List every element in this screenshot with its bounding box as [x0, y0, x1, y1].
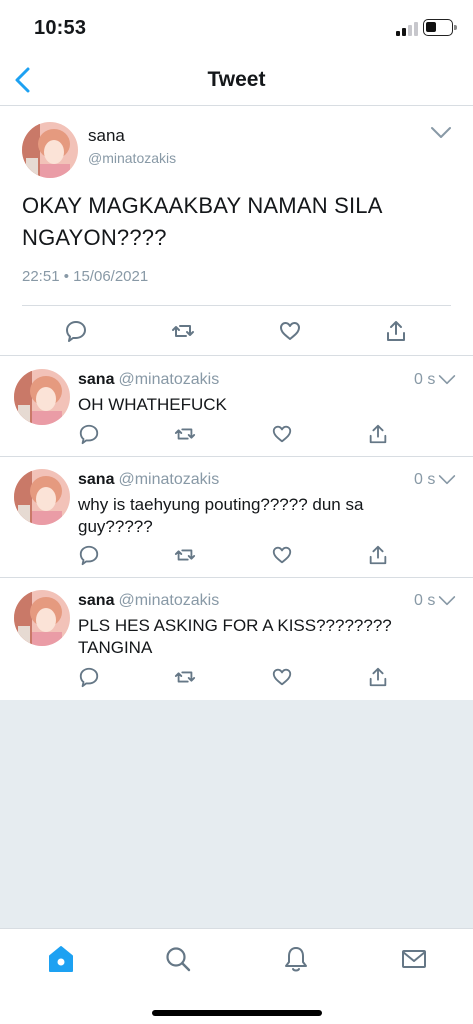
avatar[interactable]: [14, 590, 70, 646]
retweet-icon[interactable]: [174, 423, 196, 445]
reply-time: 0 s: [414, 592, 436, 609]
reply-header: sana @minatozakis: [78, 471, 219, 489]
reply-icon[interactable]: [78, 423, 100, 445]
chevron-down-icon[interactable]: [438, 374, 456, 386]
tweet-timestamp: 22:51 • 15/06/2021: [22, 268, 149, 285]
messages-icon[interactable]: [400, 945, 428, 973]
navigation-bar: Tweet: [0, 56, 473, 106]
reply-icon[interactable]: [78, 666, 100, 688]
author-handle[interactable]: @minatozakis: [118, 471, 219, 488]
reply-text: OH WHATHEFUCK: [78, 395, 227, 414]
reply-time: 0 s: [414, 371, 436, 388]
like-icon[interactable]: [271, 666, 293, 688]
reply-header: sana @minatozakis: [78, 371, 219, 389]
reply-time: 0 s: [414, 471, 436, 488]
empty-timeline-area: [0, 700, 473, 928]
avatar[interactable]: [14, 369, 70, 425]
reply-icon[interactable]: [64, 319, 88, 343]
reply-icon[interactable]: [78, 544, 100, 566]
like-icon[interactable]: [278, 319, 302, 343]
reply-text: PLS HES ASKING FOR A KISS???????? TANGIN…: [78, 616, 392, 657]
chevron-down-icon[interactable]: [438, 474, 456, 486]
share-icon[interactable]: [367, 666, 389, 688]
reply-tweet[interactable]: sana @minatozakis 0 s why is taehyung pou…: [0, 457, 473, 578]
battery-icon: [423, 19, 457, 36]
author-name[interactable]: sana: [78, 471, 114, 488]
author-handle[interactable]: @minatozakis: [118, 371, 219, 388]
notifications-icon[interactable]: [282, 945, 310, 973]
divider: [22, 305, 451, 306]
author-handle[interactable]: @minatozakis: [118, 592, 219, 609]
retweet-icon[interactable]: [174, 666, 196, 688]
reply-header: sana @minatozakis: [78, 592, 219, 610]
status-bar: 10:53: [0, 0, 473, 56]
avatar[interactable]: [14, 469, 70, 525]
author-handle[interactable]: @minatozakis: [88, 150, 176, 166]
main-tweet: sana @minatozakis OKAY MAGKAAKBAY NAMAN …: [0, 106, 473, 356]
page-title: Tweet: [207, 68, 266, 91]
home-indicator[interactable]: [152, 1010, 322, 1016]
reply-text: why is taehyung pouting????? dun sa guy?…: [78, 495, 364, 536]
author-name[interactable]: sana: [78, 592, 114, 609]
like-icon[interactable]: [271, 423, 293, 445]
retweet-icon[interactable]: [171, 319, 195, 343]
retweet-icon[interactable]: [174, 544, 196, 566]
share-icon[interactable]: [367, 423, 389, 445]
chevron-down-icon[interactable]: [438, 595, 456, 607]
status-time: 10:53: [34, 17, 87, 39]
share-icon[interactable]: [384, 319, 408, 343]
reply-tweet[interactable]: sana @minatozakis 0 s PLS HES ASKING FOR …: [0, 578, 473, 700]
share-icon[interactable]: [367, 544, 389, 566]
tweet-text: OKAY MAGKAAKBAY NAMAN SILA NGAYON????: [22, 193, 382, 250]
home-icon[interactable]: [47, 945, 75, 973]
reply-tweet[interactable]: sana @minatozakis 0 s OH WHATHEFUCK: [0, 357, 473, 457]
avatar[interactable]: [22, 122, 78, 178]
chevron-down-icon[interactable]: [430, 126, 452, 140]
signal-icon: [396, 22, 418, 36]
search-icon[interactable]: [164, 945, 192, 973]
like-icon[interactable]: [271, 544, 293, 566]
author-name[interactable]: sana: [78, 371, 114, 388]
author-name[interactable]: sana: [88, 126, 125, 146]
